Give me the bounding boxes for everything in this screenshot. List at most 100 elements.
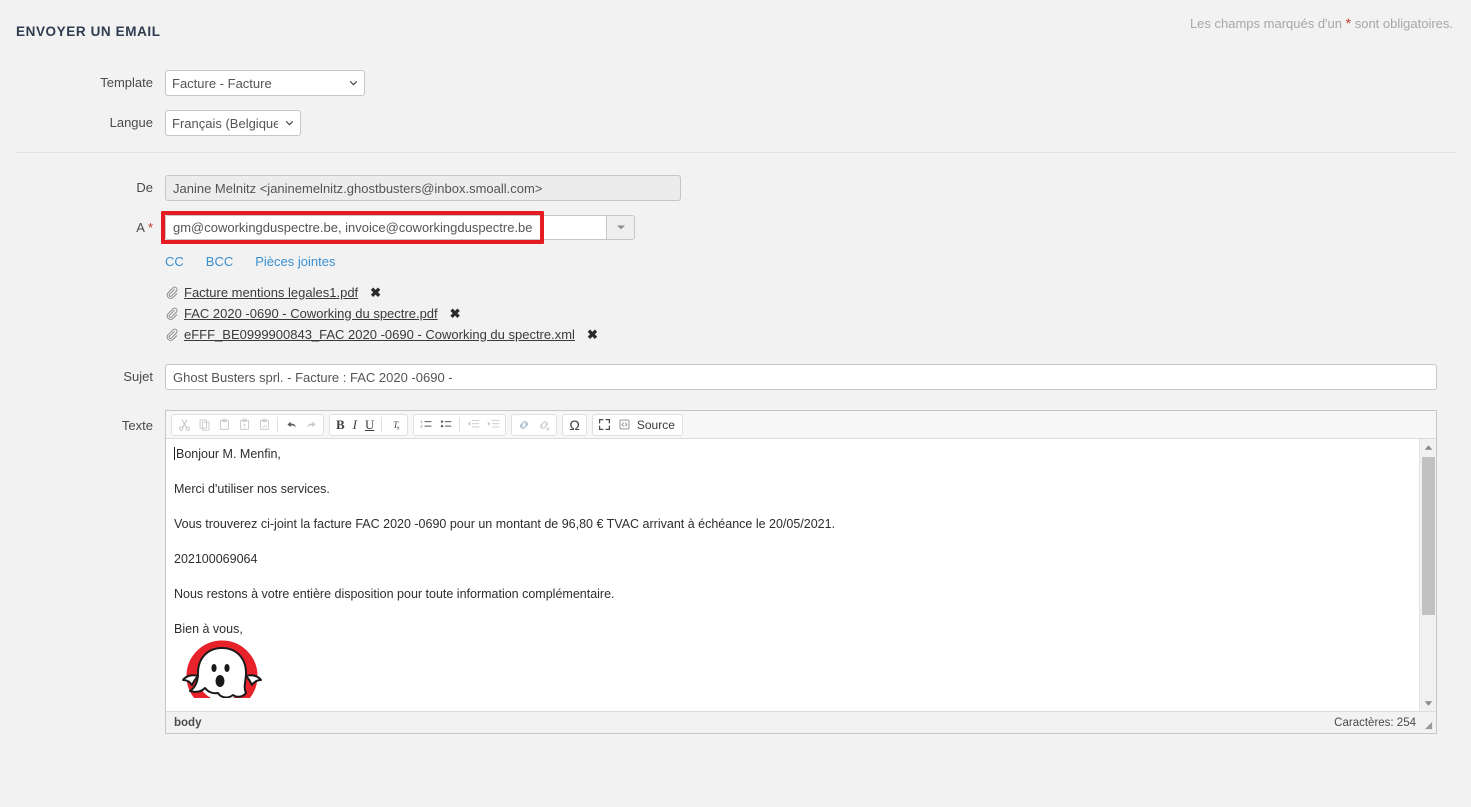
unlink-icon[interactable] [534, 415, 554, 434]
paste-text-icon[interactable]: T [234, 415, 254, 434]
element-path[interactable]: body [174, 717, 201, 729]
required-fields-note: Les champs marqués d'un * sont obligatoi… [1190, 15, 1453, 31]
paste-icon[interactable] [214, 415, 234, 434]
editor-paragraph: 202100069064 [174, 552, 258, 566]
sujet-label: Sujet [123, 369, 153, 384]
texte-row: Texte T W B I U T x 1 2 Ω Source Bonjour… [0, 410, 1471, 734]
editor-scrollbar[interactable] [1419, 439, 1436, 711]
email-fields-section: De A* CC [0, 153, 1471, 734]
attachment-name[interactable]: FAC 2020 -0690 - Coworking du spectre.pd… [184, 306, 438, 321]
resize-grip-icon[interactable] [1424, 721, 1433, 730]
attachment-item: FAC 2020 -0690 - Coworking du spectre.pd… [165, 304, 1471, 322]
attachment-name[interactable]: Facture mentions legales1.pdf [184, 285, 358, 300]
a-label-text: A [136, 220, 145, 235]
a-row: A* CC BCC Pièces jointes [0, 211, 1471, 346]
numbered-list-icon[interactable]: 1 2 [416, 415, 436, 434]
langue-label: Langue [109, 115, 153, 130]
toolbar-separator [277, 417, 278, 432]
source-button[interactable]: Source [635, 418, 680, 432]
scrollbar-thumb[interactable] [1422, 457, 1435, 615]
required-note-suffix: sont obligatoires. [1354, 16, 1453, 31]
svg-text:T: T [242, 424, 246, 430]
source-icon[interactable] [615, 415, 635, 434]
toolbar-separator [459, 417, 461, 432]
a-recipients-input[interactable] [166, 216, 606, 239]
insert-toolgroup: Ω [562, 413, 587, 436]
cc-link[interactable]: CC [165, 254, 184, 269]
cut-icon[interactable] [174, 415, 194, 434]
attachment-remove-button[interactable]: ✖ [450, 307, 461, 320]
texte-label: Texte [121, 418, 153, 433]
a-label: A * [0, 215, 165, 236]
attachments-link[interactable]: Pièces jointes [255, 254, 335, 269]
rich-text-editor: T W B I U T x 1 2 Ω Source Bonjour M. Me… [165, 410, 1437, 734]
sujet-row: Sujet [0, 364, 1471, 390]
basic-styles-toolgroup: B I U T x [329, 413, 409, 436]
template-select[interactable]: Facture - Facture [165, 70, 365, 96]
link-icon[interactable] [514, 415, 534, 434]
required-note-prefix: Les champs marqués d'un [1189, 16, 1343, 31]
editor-footer: body Caractères: 254 [166, 711, 1436, 733]
italic-button[interactable]: I [349, 415, 361, 434]
editor-paragraph: Merci d'utiliser nos services. [174, 482, 330, 496]
paperclip-icon [166, 328, 178, 341]
paragraph-toolgroup: 1 2 [413, 413, 507, 436]
scroll-down-arrow-icon[interactable] [1420, 695, 1436, 711]
editor-body[interactable]: Bonjour M. Menfin, Merci d'utiliser nos … [166, 439, 1419, 711]
indent-icon[interactable] [483, 415, 503, 434]
bcc-link[interactable]: BCC [206, 254, 233, 269]
template-section: Template Facture - Facture Langue França… [0, 56, 1471, 136]
template-select-wrap: Facture - Facture [165, 70, 365, 96]
clipboard-toolgroup: T W [171, 413, 324, 436]
ghostbusters-logo [174, 640, 270, 698]
paste-from-word-icon[interactable]: W [254, 415, 274, 434]
langue-row: Langue Français (Belgique) [0, 110, 1471, 136]
template-label: Template [100, 75, 153, 90]
paperclip-icon [166, 307, 178, 320]
tools-toolgroup: Source [591, 413, 683, 436]
editor-paragraph: Vous trouverez ci-joint la facture FAC 2… [174, 517, 836, 531]
attachment-item: eFFF_BE0999900843_FAC 2020 -0690 - Cowor… [165, 325, 1471, 343]
editor-paragraph-text: Bonjour M. Menfin, [176, 447, 281, 461]
editor-paragraph: Bonjour M. Menfin, [174, 447, 1409, 461]
copy-icon[interactable] [194, 415, 214, 434]
attachment-remove-button[interactable]: ✖ [370, 286, 381, 299]
editor-paragraph: Bien à vous, [174, 622, 243, 636]
a-required-asterisk: * [147, 220, 153, 235]
langue-select[interactable]: Français (Belgique) [165, 110, 301, 136]
de-row: De [0, 175, 1471, 201]
attachment-name[interactable]: eFFF_BE0999900843_FAC 2020 -0690 - Cowor… [184, 327, 575, 342]
attachment-list: Facture mentions legales1.pdf ✖ FAC 2020… [165, 283, 1471, 343]
links-toolgroup [511, 413, 558, 436]
remove-format-icon[interactable]: T x [385, 415, 405, 434]
svg-text:x: x [397, 425, 400, 431]
editor-paragraph: Nous restons à votre entière disposition… [174, 587, 615, 601]
undo-icon[interactable] [281, 415, 301, 434]
redo-icon[interactable] [301, 415, 321, 434]
template-row: Template Facture - Facture [0, 70, 1471, 96]
character-count: Caractères: 254 [1334, 716, 1416, 729]
outdent-icon[interactable] [463, 415, 483, 434]
underline-button[interactable]: U [361, 415, 378, 434]
sujet-input[interactable] [165, 364, 1437, 390]
a-combobox[interactable] [165, 215, 635, 240]
bold-button[interactable]: B [332, 415, 349, 434]
editor-toolbar: T W B I U T x 1 2 Ω Source [166, 411, 1436, 439]
de-input [165, 175, 681, 201]
page-header: ENVOYER UN EMAIL Les champs marqués d'un… [0, 0, 1471, 56]
svg-text:2: 2 [420, 423, 423, 428]
attachment-item: Facture mentions legales1.pdf ✖ [165, 283, 1471, 301]
attachment-remove-button[interactable]: ✖ [587, 328, 598, 341]
bulleted-list-icon[interactable] [436, 415, 456, 434]
svg-text:W: W [262, 424, 267, 430]
special-character-button[interactable]: Ω [565, 415, 583, 434]
a-dropdown-button[interactable] [606, 216, 634, 239]
extra-fields-links: CC BCC Pièces jointes [165, 254, 1471, 269]
page-title: ENVOYER UN EMAIL [16, 24, 161, 39]
scroll-up-arrow-icon[interactable] [1420, 439, 1436, 455]
maximize-icon[interactable] [595, 415, 615, 434]
a-field-wrap [161, 211, 635, 244]
editor-body-wrap: Bonjour M. Menfin, Merci d'utiliser nos … [166, 439, 1436, 711]
de-label: De [136, 180, 153, 195]
text-caret [174, 447, 175, 460]
